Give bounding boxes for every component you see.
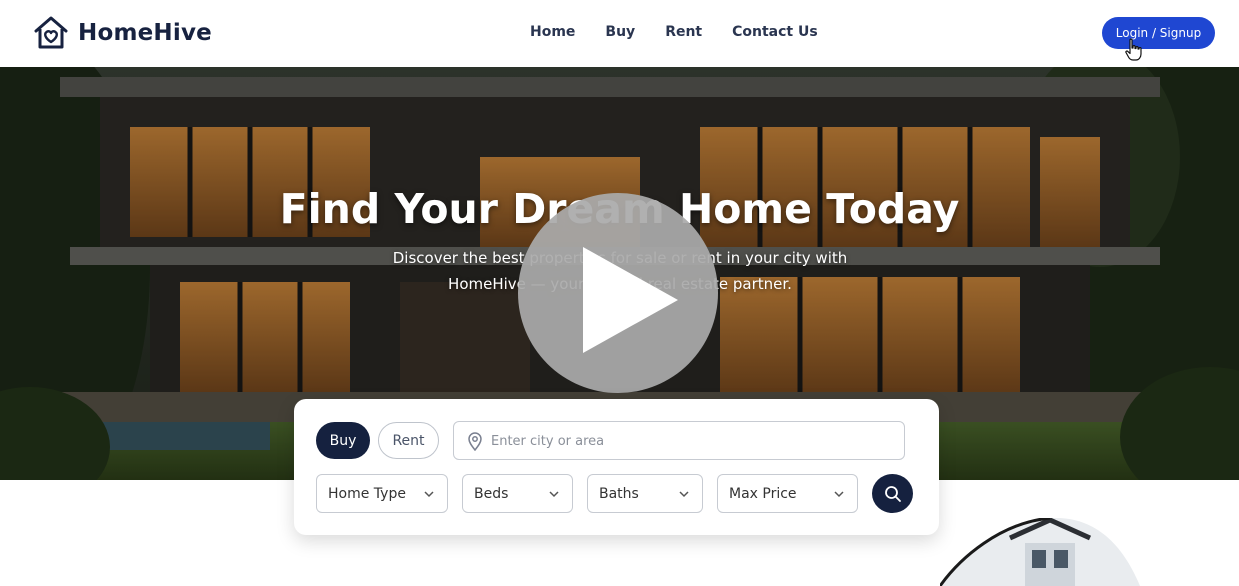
beds-select[interactable]: Beds	[462, 474, 573, 513]
beds-label: Beds	[474, 485, 509, 502]
chevron-down-icon	[549, 491, 559, 498]
max-price-select[interactable]: Max Price	[717, 474, 858, 513]
location-input[interactable]	[491, 430, 891, 452]
home-type-select[interactable]: Home Type	[316, 474, 448, 513]
location-field[interactable]	[453, 421, 905, 460]
search-card: Buy Rent Home Type Beds Baths Max Price	[294, 399, 939, 535]
map-pin-icon	[468, 432, 482, 451]
brand-logo[interactable]: HomeHive	[32, 14, 212, 52]
top-navbar: HomeHive Home Buy Rent Contact Us Login …	[0, 0, 1239, 67]
chevron-down-icon	[424, 491, 434, 498]
buy-toggle-button[interactable]: Buy	[316, 422, 370, 459]
baths-select[interactable]: Baths	[587, 474, 703, 513]
rent-toggle-button[interactable]: Rent	[378, 422, 439, 459]
nav-link-home[interactable]: Home	[530, 24, 575, 40]
search-icon	[884, 485, 901, 502]
max-price-label: Max Price	[729, 485, 797, 502]
login-signup-button[interactable]: Login / Signup	[1102, 17, 1215, 49]
search-button[interactable]	[872, 474, 913, 513]
brand-name: HomeHive	[78, 20, 212, 46]
chevron-down-icon	[679, 491, 689, 498]
chevron-down-icon	[834, 491, 844, 498]
nav-link-rent[interactable]: Rent	[665, 24, 702, 40]
nav-links: Home Buy Rent Contact Us	[530, 24, 848, 40]
featured-house-image	[940, 518, 1140, 586]
nav-link-contact[interactable]: Contact Us	[732, 24, 818, 40]
nav-link-buy[interactable]: Buy	[605, 24, 635, 40]
play-triangle	[583, 247, 678, 353]
house-heart-icon	[34, 16, 68, 49]
home-type-label: Home Type	[328, 485, 406, 502]
hand-cursor-icon	[1125, 38, 1142, 61]
baths-label: Baths	[599, 485, 639, 502]
